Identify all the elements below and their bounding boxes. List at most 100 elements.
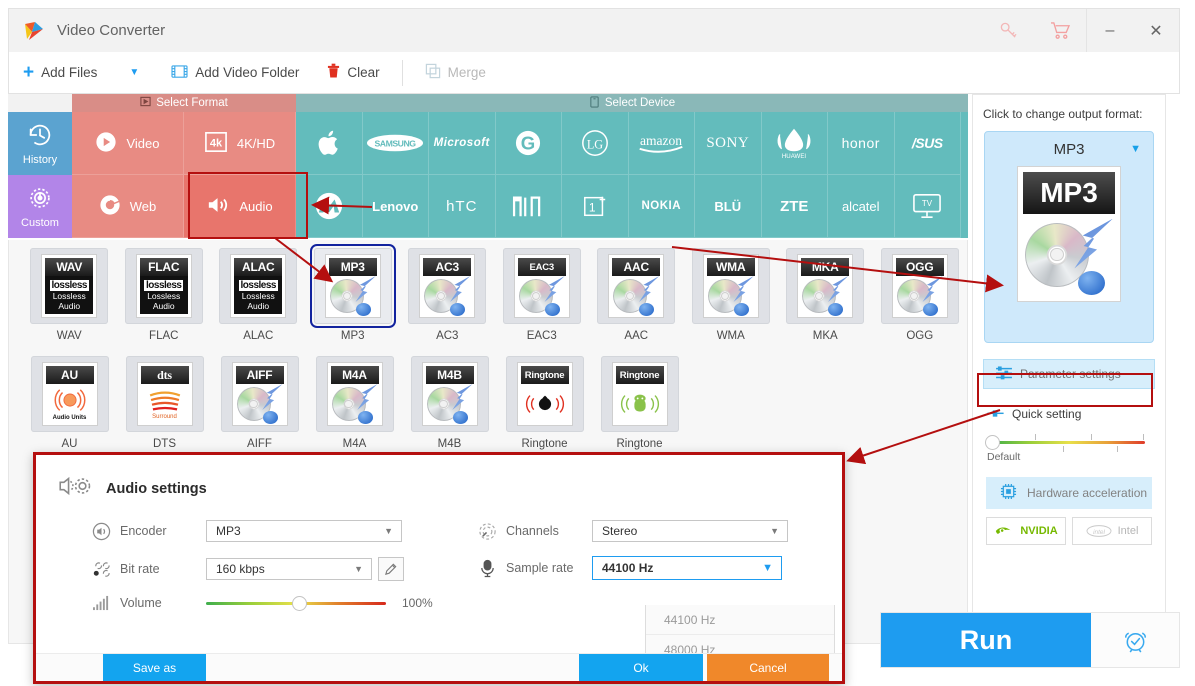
- cd-note-icon: [329, 276, 376, 316]
- format-tile-m4a[interactable]: M4A M4A: [307, 356, 402, 450]
- alarm-clock-icon[interactable]: [1091, 613, 1179, 667]
- add-files-button[interactable]: + Add Files: [9, 52, 111, 94]
- format-tile-wma[interactable]: WMA WMA: [684, 248, 779, 342]
- channels-select[interactable]: Stereo ▼: [592, 520, 788, 542]
- cart-icon[interactable]: [1034, 9, 1086, 52]
- bars-icon: [88, 595, 114, 611]
- save-as-button[interactable]: Save as: [103, 654, 206, 681]
- quick-setting-slider[interactable]: Default: [985, 434, 1145, 463]
- device-google[interactable]: G: [495, 112, 562, 175]
- hardware-acceleration-button[interactable]: Hardware acceleration: [986, 477, 1152, 509]
- gpu-nvidia-button[interactable]: NVIDIA: [986, 517, 1066, 545]
- format-tile-label: Ringtone: [521, 438, 568, 450]
- format-tile-m4b[interactable]: M4B M4B: [402, 356, 497, 450]
- format-tile-flac[interactable]: FLAC lossless Lossless Audio FLAC: [117, 248, 212, 342]
- samplerate-option-44100[interactable]: 44100 Hz: [646, 605, 834, 635]
- ok-button[interactable]: Ok: [579, 654, 703, 681]
- encoder-value: MP3: [216, 524, 241, 538]
- device-microsoft[interactable]: Microsoft: [429, 112, 496, 175]
- device-xiaomi[interactable]: [495, 175, 562, 238]
- history-icon: [26, 121, 54, 152]
- device-blu[interactable]: BLÜ: [695, 175, 762, 238]
- cd-note-icon: [896, 276, 943, 316]
- device-oneplus[interactable]: 1: [562, 175, 629, 238]
- bitrate-select[interactable]: 160 kbps ▼: [206, 558, 372, 580]
- format-tile-aac[interactable]: AAC AAC: [589, 248, 684, 342]
- quick-setting-icon: [987, 407, 1004, 421]
- format-tile-aiff[interactable]: AIFF AIFF: [212, 356, 307, 450]
- run-button[interactable]: Run: [881, 613, 1091, 667]
- format-tile-ringtone-apple[interactable]: Ringtone Ringtone: [497, 356, 592, 450]
- android-ringtone-icon: [620, 394, 659, 413]
- format-tile-ac3[interactable]: AC3 AC3: [400, 248, 495, 342]
- output-format-badge: MP3: [1023, 172, 1115, 214]
- format-tile-ringtone-android[interactable]: Ringtone Ringtone: [592, 356, 687, 450]
- key-icon[interactable]: [982, 9, 1034, 52]
- format-tile-label: WAV: [56, 330, 82, 342]
- format-tile-ogg[interactable]: OGG OGG: [873, 248, 968, 342]
- 4k-icon: 4k: [204, 131, 228, 156]
- add-video-folder-button[interactable]: Add Video Folder: [157, 52, 313, 94]
- chevron-down-icon[interactable]: ▼: [1130, 143, 1141, 155]
- format-tile-eac3[interactable]: EAC3 EAC3: [495, 248, 590, 342]
- device-htc[interactable]: hTC: [429, 175, 496, 238]
- output-format-box[interactable]: MP3 ▼ MP3: [984, 131, 1154, 343]
- format-tile-au[interactable]: AU Audio Units AU: [22, 356, 117, 450]
- svg-text:G: G: [521, 133, 535, 154]
- select-format-header: Select Format: [72, 94, 296, 112]
- tile-badge: MP3: [328, 258, 377, 276]
- format-tile-wav[interactable]: WAV lossless Lossless Audio WAV: [22, 248, 117, 342]
- tab-video[interactable]: Video: [72, 112, 184, 175]
- format-tile-mp3[interactable]: MP3 MP3: [306, 244, 401, 342]
- device-honor[interactable]: honor: [828, 112, 895, 175]
- slider-handle[interactable]: [985, 435, 1000, 450]
- volume-value: 100%: [402, 596, 433, 610]
- lossless-line2: Audio: [58, 300, 81, 311]
- dialog-footer: Save as Ok Cancel: [36, 653, 842, 681]
- device-lg[interactable]: LG: [562, 112, 629, 175]
- device-zte[interactable]: ZTE: [761, 175, 828, 238]
- format-tile-dts[interactable]: dts Surround DTS: [117, 356, 212, 450]
- device-lenovo[interactable]: Lenovo: [362, 175, 429, 238]
- channels-value: Stereo: [602, 524, 638, 538]
- gear-icon: [26, 184, 54, 215]
- device-nokia[interactable]: NOKIA: [628, 175, 695, 238]
- device-tv[interactable]: TV: [894, 175, 961, 238]
- close-button[interactable]: ✕: [1133, 9, 1179, 52]
- cancel-button[interactable]: Cancel: [707, 654, 829, 681]
- merge-label: Merge: [447, 65, 486, 80]
- volume-slider[interactable]: [206, 595, 386, 611]
- format-tile-alac[interactable]: ALAC lossless Lossless Audio ALAC: [211, 248, 306, 342]
- device-alcatel[interactable]: alcatel: [828, 175, 895, 238]
- device-sony[interactable]: SONY: [695, 112, 762, 175]
- device-asus[interactable]: /SUS: [894, 112, 961, 175]
- sidebar-item-custom[interactable]: Custom: [8, 175, 72, 238]
- format-tile-mka[interactable]: MKA MKA: [778, 248, 873, 342]
- chevron-down-icon[interactable]: ▼: [111, 67, 157, 78]
- tab-4khd[interactable]: 4k 4K/HD: [184, 112, 296, 175]
- volume-slider-handle[interactable]: [292, 595, 307, 611]
- minimize-button[interactable]: –: [1087, 9, 1133, 52]
- folder-icon: [171, 64, 188, 82]
- bitrate-edit-button[interactable]: [378, 557, 404, 581]
- tab-web[interactable]: Web: [72, 175, 184, 238]
- gpu-intel-button[interactable]: intel Intel: [1072, 517, 1152, 545]
- sidebar-item-history[interactable]: History: [8, 112, 72, 175]
- format-tile-label: FLAC: [149, 330, 179, 342]
- device-apple[interactable]: [296, 112, 363, 175]
- merge-button[interactable]: Merge: [411, 52, 500, 94]
- samplerate-select[interactable]: 44100 Hz ▼: [592, 556, 782, 580]
- cd-note-icon: [424, 276, 471, 316]
- merge-icon: [425, 63, 441, 82]
- lossless-line2: Audio: [247, 300, 270, 311]
- clear-button[interactable]: Clear: [313, 52, 393, 94]
- svg-text:HUAWEI: HUAWEI: [782, 153, 807, 160]
- channels-field: Channels Stereo ▼: [474, 520, 788, 542]
- device-samsung[interactable]: SAMSUNG: [362, 112, 429, 175]
- apple-ringtone-icon: [525, 395, 564, 413]
- cd-note-icon: [802, 276, 849, 316]
- device-huawei[interactable]: HUAWEI: [761, 112, 828, 175]
- encoder-select[interactable]: MP3 ▼: [206, 520, 402, 542]
- lossless-line1: Lossless: [147, 290, 181, 301]
- device-amazon[interactable]: amazon: [628, 112, 695, 175]
